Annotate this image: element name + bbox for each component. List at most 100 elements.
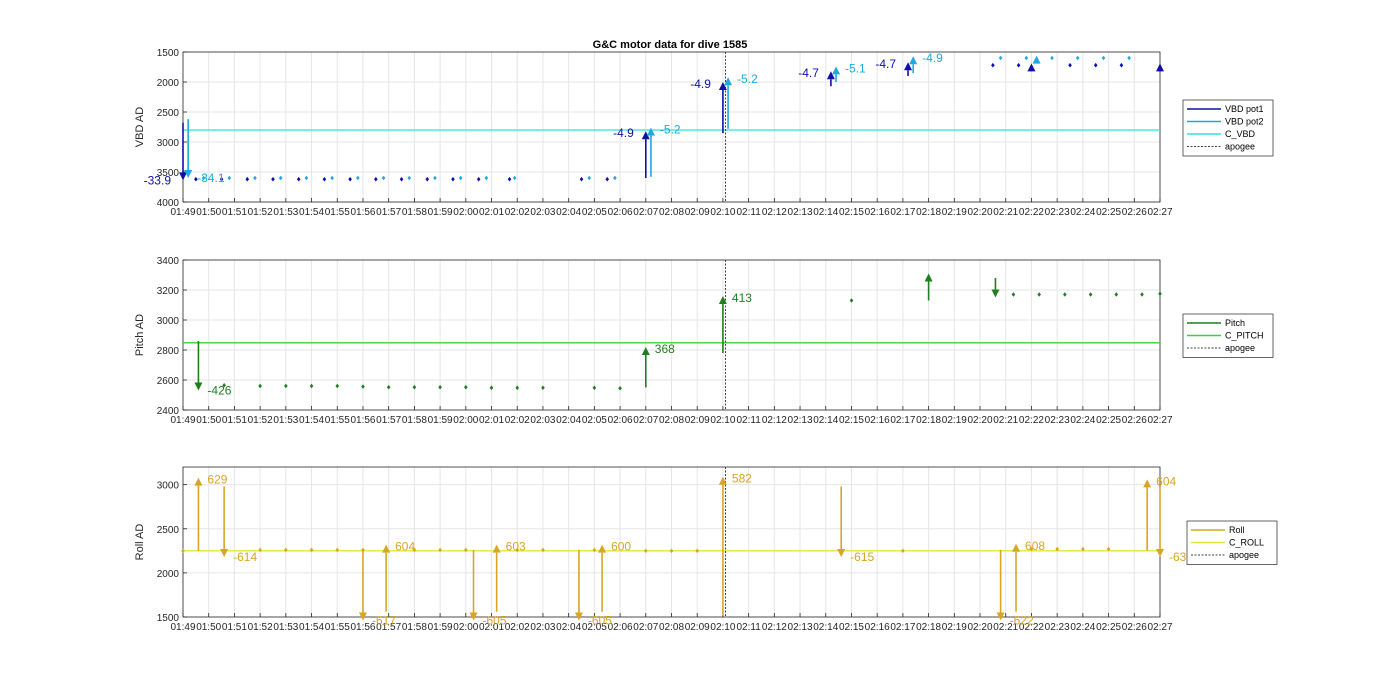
x-tick-label: 02:04 xyxy=(556,415,581,426)
x-tick-label: 02:15 xyxy=(839,622,864,633)
arrow-label: -5.2 xyxy=(737,72,758,86)
x-tick-label: 02:12 xyxy=(762,622,787,633)
arrow-label: -617 xyxy=(372,614,396,628)
x-tick-label: 02:00 xyxy=(453,207,478,218)
y-tick-label: 3000 xyxy=(157,481,180,492)
panel-vbd: 01:49 01:50 01:51 01:52 01:53 01:54 01:55 01:56… xyxy=(134,48,1274,218)
x-tick-label: 02:01 xyxy=(479,415,504,426)
x-tick-label: 01:53 xyxy=(273,207,298,218)
arrow-label: 629 xyxy=(207,473,227,487)
x-tick-label: 01:55 xyxy=(325,415,350,426)
arrow-label: -4.9 xyxy=(690,77,711,91)
arrow-label: 368 xyxy=(655,342,675,356)
x-tick-label: 01:59 xyxy=(428,207,453,218)
arrow-label: -5.2 xyxy=(660,123,681,137)
legend-entry: C_ROLL xyxy=(1229,538,1264,548)
x-tick-label: 02:26 xyxy=(1122,207,1147,218)
x-tick-label: 02:03 xyxy=(530,415,555,426)
x-tick-label: 02:20 xyxy=(968,207,993,218)
x-tick-label: 02:25 xyxy=(1096,207,1121,218)
legend-roll: Roll C_ROLLapogee xyxy=(1186,520,1278,565)
x-tick-label: 02:03 xyxy=(530,207,555,218)
x-tick-label: 01:52 xyxy=(248,207,273,218)
x-tick-label: 01:56 xyxy=(350,207,375,218)
x-tick-label: 02:10 xyxy=(710,622,735,633)
x-tick-label: 02:07 xyxy=(633,207,658,218)
y-tick-label: 1500 xyxy=(157,613,180,624)
x-tick-label: 02:19 xyxy=(942,207,967,218)
x-tick-label: 02:20 xyxy=(968,415,993,426)
x-tick-label: 02:14 xyxy=(813,415,838,426)
x-tick-label: 02:18 xyxy=(916,207,941,218)
arrow-label: -615 xyxy=(850,550,874,564)
x-tick-label: 02:09 xyxy=(685,207,710,218)
arrow-label: -4.9 xyxy=(922,51,943,65)
x-tick-label: 02:24 xyxy=(1070,207,1095,218)
x-tick-label: 02:05 xyxy=(582,207,607,218)
x-tick-label: 01:57 xyxy=(376,207,401,218)
panel-pitch: 01:49 01:50 01:51 01:52 01:53 01:54 01:55 01:56… xyxy=(134,256,1274,426)
x-tick-label: 02:18 xyxy=(916,622,941,633)
x-tick-label: 01:51 xyxy=(222,622,247,633)
x-tick-label: 02:12 xyxy=(762,207,787,218)
x-tick-label: 02:15 xyxy=(839,415,864,426)
arrow-label: 604 xyxy=(1156,474,1176,488)
legend-entry: C_VBD xyxy=(1225,129,1256,139)
x-tick-label: 01:50 xyxy=(196,207,221,218)
x-tick-label: 02:22 xyxy=(1019,415,1044,426)
legend-entry: VBD pot1 xyxy=(1225,104,1264,114)
x-tick-label: 02:10 xyxy=(710,207,735,218)
y-tick-label: 3000 xyxy=(157,316,180,327)
x-tick-label: 02:14 xyxy=(813,622,838,633)
y-tick-label: 4000 xyxy=(157,198,180,209)
x-tick-label: 02:09 xyxy=(685,415,710,426)
x-tick-label: 02:07 xyxy=(633,415,658,426)
x-tick-label: 02:25 xyxy=(1096,622,1121,633)
x-tick-label: 02:11 xyxy=(736,207,761,218)
y-tick-label: 2600 xyxy=(157,376,180,387)
x-tick-label: 02:10 xyxy=(710,415,735,426)
legend-entry: C_PITCH xyxy=(1225,331,1264,341)
x-tick-label: 02:24 xyxy=(1070,415,1095,426)
x-tick-label: 01:59 xyxy=(428,622,453,633)
figure: G&C motor data for dive 1585 01:49 01:50 0… xyxy=(134,39,1278,633)
legend-pitch: Pitch C_PITCHapogee xyxy=(1182,313,1274,358)
x-tick-label: 02:02 xyxy=(505,622,530,633)
arrow-label: -426 xyxy=(207,384,231,398)
x-tick-label: 02:04 xyxy=(556,622,581,633)
arrow-label: -4.9 xyxy=(613,126,634,140)
arrow-label: -4.7 xyxy=(798,66,819,80)
x-tick-label: 02:23 xyxy=(1045,207,1070,218)
x-tick-label: 02:19 xyxy=(942,622,967,633)
panels: 01:49 01:50 01:51 01:52 01:53 01:54 01:55 01:56… xyxy=(134,48,1278,633)
x-tick-label: 02:19 xyxy=(942,415,967,426)
x-tick-label: 02:27 xyxy=(1147,622,1172,633)
y-tick-label: 2000 xyxy=(157,78,180,89)
arrow-label: -33.9 xyxy=(144,173,172,187)
x-tick-label: 02:13 xyxy=(788,415,813,426)
arrow-label: 603 xyxy=(506,540,526,554)
x-tick-label: 01:53 xyxy=(273,415,298,426)
x-tick-label: 01:50 xyxy=(196,415,221,426)
x-tick-label: 02:13 xyxy=(788,207,813,218)
legend-entry: Roll xyxy=(1229,525,1245,535)
x-tick-label: 02:04 xyxy=(556,207,581,218)
arrow-label: 582 xyxy=(732,472,752,486)
x-tick-label: 02:17 xyxy=(890,622,915,633)
x-tick-label: 01:54 xyxy=(299,622,324,633)
x-tick-label: 02:15 xyxy=(839,207,864,218)
x-tick-label: 02:12 xyxy=(762,415,787,426)
x-tick-label: 02:11 xyxy=(736,622,761,633)
x-tick-label: 02:08 xyxy=(659,415,684,426)
x-tick-label: 02:03 xyxy=(530,622,555,633)
x-tick-label: 02:27 xyxy=(1147,207,1172,218)
x-tick-label: 01:58 xyxy=(402,207,427,218)
x-tick-label: 02:16 xyxy=(865,415,890,426)
x-tick-label: 02:27 xyxy=(1147,415,1172,426)
y-tick-label: 2400 xyxy=(157,406,180,417)
x-tick-label: 01:51 xyxy=(222,207,247,218)
panel-roll: 01:49 01:50 01:51 01:52 01:53 01:54 01:55 01:56… xyxy=(134,466,1278,633)
x-tick-label: 01:58 xyxy=(402,622,427,633)
legend-entry: apogee xyxy=(1225,142,1255,152)
x-tick-label: 02:00 xyxy=(453,415,478,426)
